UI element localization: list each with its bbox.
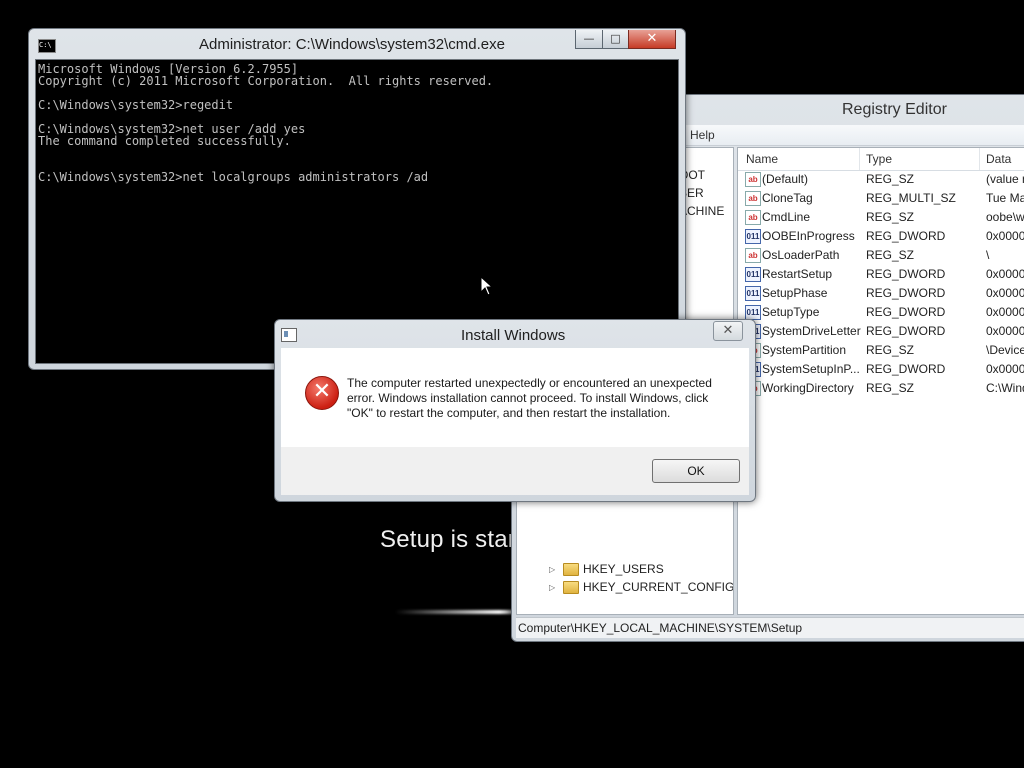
value-name: SystemPartition bbox=[762, 343, 847, 357]
registry-values-pane[interactable]: Name Type Data ab(Default)REG_SZ(value n… bbox=[737, 147, 1024, 615]
value-type: REG_DWORD bbox=[866, 229, 946, 243]
registry-status-bar: Computer\HKEY_LOCAL_MACHINE\SYSTEM\Setup bbox=[516, 617, 1024, 638]
value-name: SetupType bbox=[762, 305, 820, 319]
dialog-body: ✕ The computer restarted unexpectedly or… bbox=[281, 348, 749, 447]
table-row[interactable]: ab OsLoaderPath REG_SZ \ bbox=[738, 246, 1024, 265]
maximize-button[interactable]: □ bbox=[602, 30, 629, 49]
tree-item-label: HKEY_CURRENT_CONFIG bbox=[583, 580, 734, 594]
menu-help[interactable]: Help bbox=[690, 128, 715, 142]
string-value-icon: ab bbox=[745, 191, 761, 206]
table-row[interactable]: 011SetupPhase REG_DWORD 0x00000 bbox=[738, 284, 1024, 303]
value-name: (Default) bbox=[762, 172, 809, 186]
string-value-icon: ab bbox=[745, 210, 761, 225]
registry-menu-bar: Help bbox=[686, 125, 1024, 146]
install-windows-dialog[interactable]: Install Windows ✕ ✕ The computer restart… bbox=[274, 319, 756, 502]
folder-icon bbox=[563, 581, 579, 594]
value-type: REG_DWORD bbox=[866, 362, 946, 376]
value-type: REG_SZ bbox=[866, 172, 915, 186]
values-header: Name Type Data bbox=[738, 148, 1024, 171]
value-type: REG_DWORD bbox=[866, 267, 946, 281]
value-data: 0x00000 bbox=[986, 229, 1024, 243]
string-value-icon: ab bbox=[745, 248, 761, 263]
value-data: 0x00000 bbox=[986, 324, 1024, 338]
table-row[interactable]: ab CmdLine REG_SZ oobe\w bbox=[738, 208, 1024, 227]
expand-arrow-icon[interactable]: ▷ bbox=[549, 565, 555, 574]
dialog-window-icon bbox=[281, 328, 297, 342]
dialog-close-button[interactable]: ✕ bbox=[713, 321, 743, 341]
table-row[interactable]: ab(Default) REG_SZ (value n bbox=[738, 170, 1024, 189]
console-line: Copyright (c) 2011 Microsoft Corporation… bbox=[38, 74, 494, 88]
console-line: C:\Windows\system32>regedit bbox=[38, 98, 234, 112]
value-data: C:\Wind bbox=[986, 381, 1024, 395]
value-name: CloneTag bbox=[762, 191, 813, 205]
value-name: SystemSetupInP... bbox=[762, 362, 860, 376]
folder-icon bbox=[563, 563, 579, 576]
value-type: REG_SZ bbox=[866, 381, 915, 395]
console-line: C:\Windows\system32>net localgroups admi… bbox=[38, 170, 429, 184]
value-type: REG_SZ bbox=[866, 210, 915, 224]
value-type: REG_DWORD bbox=[866, 324, 946, 338]
value-data: oobe\w bbox=[986, 210, 1024, 224]
value-name: WorkingDirectory bbox=[762, 381, 854, 395]
binary-value-icon: 011 bbox=[745, 229, 761, 244]
table-row[interactable]: 011RestartSetup REG_DWORD 0x00000 bbox=[738, 265, 1024, 284]
value-data: \Device bbox=[986, 343, 1024, 357]
column-separator[interactable] bbox=[979, 148, 980, 170]
value-name: OOBEInProgress bbox=[762, 229, 855, 243]
value-name: OsLoaderPath bbox=[762, 248, 840, 262]
minimize-button[interactable]: — bbox=[575, 30, 603, 49]
table-row[interactable]: 011OOBEInProgress REG_DWORD 0x00000 bbox=[738, 227, 1024, 246]
value-type: REG_SZ bbox=[866, 343, 915, 357]
value-data: 0x00000 bbox=[986, 305, 1024, 319]
dialog-title: Install Windows bbox=[461, 327, 566, 344]
ok-button[interactable]: OK bbox=[652, 459, 740, 483]
mouse-pointer-icon bbox=[480, 276, 494, 296]
value-name: SystemDriveLetter bbox=[762, 324, 861, 338]
table-row[interactable]: 011SystemSetupInP...REG_DWORD0x00000 bbox=[738, 360, 1024, 379]
value-data: (value n bbox=[986, 172, 1024, 186]
cmd-title: Administrator: C:\Windows\system32\cmd.e… bbox=[199, 36, 505, 53]
close-button[interactable]: ✕ bbox=[628, 30, 676, 49]
setup-status-text: Setup is start bbox=[380, 526, 523, 553]
binary-value-icon: 011 bbox=[745, 286, 761, 301]
value-name: RestartSetup bbox=[762, 267, 833, 281]
table-row[interactable]: abWorkingDirectoryREG_SZC:\Wind bbox=[738, 379, 1024, 398]
cmd-icon: C:\ bbox=[38, 39, 56, 53]
value-data: \ bbox=[986, 248, 990, 262]
caption-buttons: — □ ✕ bbox=[575, 30, 679, 50]
table-row[interactable]: 011SystemDriveLetterREG_DWORD0x00000 bbox=[738, 322, 1024, 341]
table-row[interactable]: 011SetupType REG_DWORD 0x00000 bbox=[738, 303, 1024, 322]
column-header-name[interactable]: Name bbox=[746, 152, 778, 166]
value-name: CmdLine bbox=[762, 210, 811, 224]
value-type: REG_DWORD bbox=[866, 305, 946, 319]
value-type: REG_MULTI_SZ bbox=[866, 191, 956, 205]
value-data: 0x00000 bbox=[986, 267, 1024, 281]
value-name: SetupPhase bbox=[762, 286, 828, 300]
dialog-footer: OK bbox=[281, 447, 749, 495]
value-data: 0x00000 bbox=[986, 362, 1024, 376]
value-data: Tue Ma bbox=[986, 191, 1024, 205]
console-line: The command completed successfully. bbox=[38, 134, 291, 148]
binary-value-icon: 011 bbox=[745, 305, 761, 320]
table-row[interactable]: ab CloneTag REG_MULTI_SZ Tue Ma bbox=[738, 189, 1024, 208]
value-type: REG_SZ bbox=[866, 248, 915, 262]
status-path: Computer\HKEY_LOCAL_MACHINE\SYSTEM\Setup bbox=[518, 621, 803, 635]
column-header-type[interactable]: Type bbox=[866, 152, 892, 166]
column-header-data[interactable]: Data bbox=[986, 152, 1011, 166]
value-type: REG_DWORD bbox=[866, 286, 946, 300]
expand-arrow-icon[interactable]: ▷ bbox=[549, 583, 555, 592]
registry-editor-title: Registry Editor bbox=[842, 101, 947, 118]
error-icon: ✕ bbox=[305, 376, 339, 410]
table-row[interactable]: abSystemPartitionREG_SZ\Device bbox=[738, 341, 1024, 360]
value-data: 0x00000 bbox=[986, 286, 1024, 300]
string-value-icon: ab bbox=[745, 172, 761, 187]
binary-value-icon: 011 bbox=[745, 267, 761, 282]
error-message: The computer restarted unexpectedly or e… bbox=[347, 376, 712, 420]
tree-item-label: HKEY_USERS bbox=[583, 562, 664, 576]
column-separator[interactable] bbox=[859, 148, 860, 170]
setup-progress-glow bbox=[395, 610, 525, 614]
